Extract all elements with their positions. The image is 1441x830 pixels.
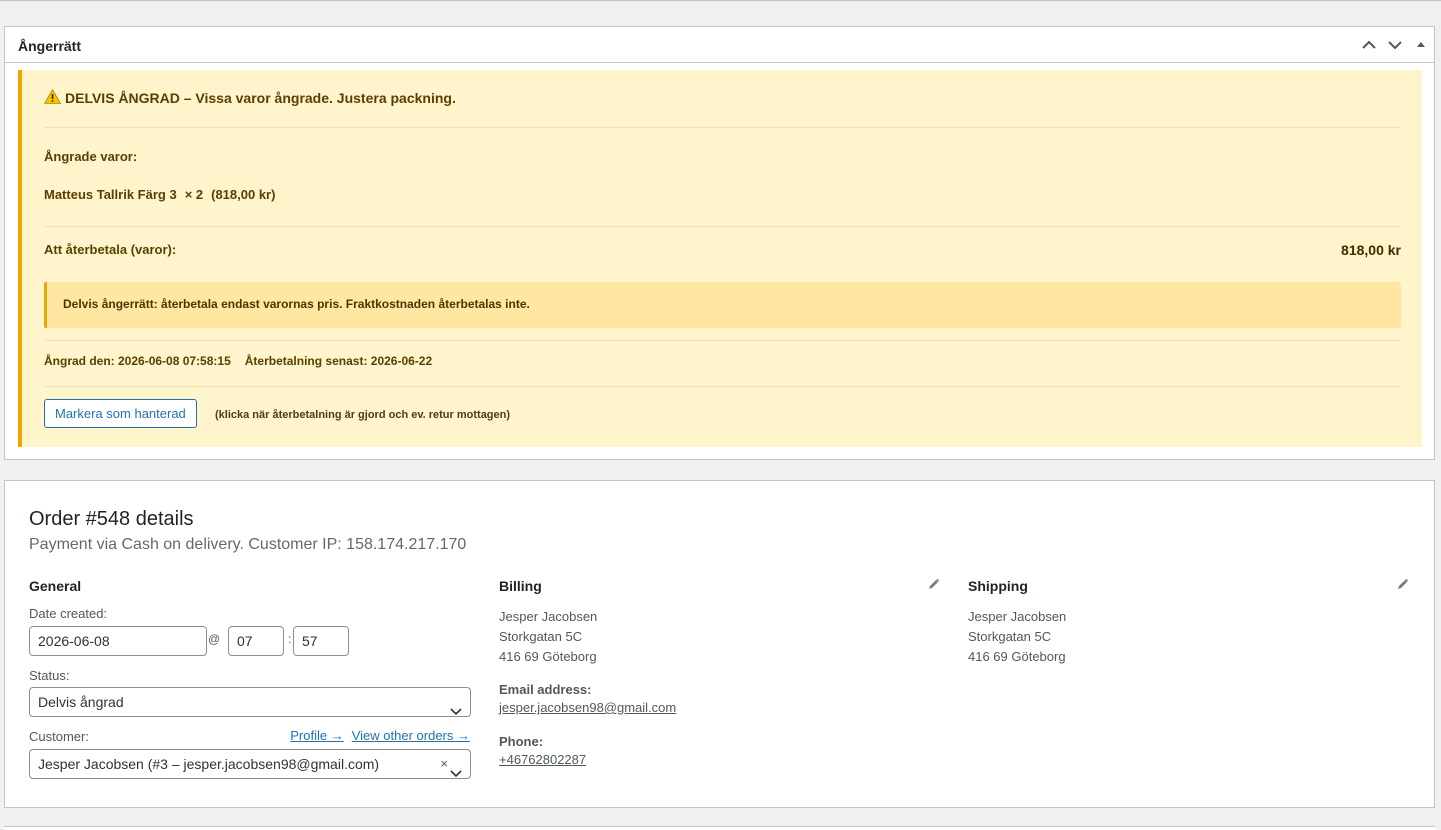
billing-city: 416 69 Göteborg bbox=[499, 649, 597, 664]
shipping-address: Jesper Jacobsen Storkgatan 5C 416 69 Göt… bbox=[968, 607, 1066, 667]
billing-street: Storkgatan 5C bbox=[499, 629, 583, 644]
item-qty: × 2 bbox=[184, 187, 204, 202]
shipping-name: Jesper Jacobsen bbox=[968, 609, 1067, 624]
pencil-icon[interactable] bbox=[1397, 577, 1409, 589]
minute-input[interactable]: 57 bbox=[293, 626, 349, 656]
shipping-refund-note: Delvis ångerrätt: återbetala endast varo… bbox=[44, 282, 1401, 328]
order-details-postbox: Order #548 details Payment via Cash on d… bbox=[4, 480, 1435, 808]
status-line: DELVIS ÅNGRAD – Vissa varor ångrade. Jus… bbox=[43, 88, 456, 107]
warning-icon bbox=[43, 88, 62, 107]
customer-label: Customer: bbox=[29, 729, 89, 744]
date-created-label: Date created: bbox=[29, 606, 108, 621]
shipping-city: 416 69 Göteborg bbox=[968, 649, 1066, 664]
status-value: Delvis ångrad bbox=[38, 694, 124, 710]
mark-handled-button[interactable]: Markera som hanterad bbox=[44, 399, 197, 428]
chevron-up-icon[interactable] bbox=[1359, 35, 1379, 55]
page-title: Order #548 details bbox=[29, 508, 194, 530]
note-text: Delvis ångerrätt: återbetala endast varo… bbox=[63, 297, 530, 311]
chevron-down-icon bbox=[450, 759, 462, 787]
hour-input[interactable]: 07 bbox=[228, 626, 284, 656]
status-select[interactable]: Delvis ångrad bbox=[29, 687, 471, 717]
postbox-title: Ångerrätt bbox=[18, 38, 82, 54]
general-heading: General bbox=[29, 578, 82, 594]
colon-separator: : bbox=[288, 632, 292, 646]
withdrawal-notice: DELVIS ÅNGRAD – Vissa varor ångrade. Jus… bbox=[18, 70, 1422, 447]
customer-select[interactable]: Jesper Jacobsen (#3 – jesper.jacobsen98@… bbox=[29, 749, 471, 779]
refund-amount: 818,00 kr bbox=[1341, 242, 1401, 258]
items-label: Ångrade varor: bbox=[44, 149, 138, 164]
phone-label: Phone: bbox=[499, 734, 544, 749]
top-border bbox=[0, 0, 1441, 1]
dates-line: Ångrad den: 2026-06-08 07:58:15 Återbetal… bbox=[44, 354, 432, 368]
billing-heading: Billing bbox=[499, 578, 542, 594]
pencil-icon[interactable] bbox=[928, 577, 940, 589]
list-item: Matteus Tallrik Färg 3 × 2 (818,00 kr) bbox=[44, 187, 275, 202]
withdrawn-date: Ångrad den: 2026-06-08 07:58:15 bbox=[44, 354, 231, 368]
divider bbox=[44, 340, 1401, 341]
refund-deadline: Återbetalning senast: 2026-06-22 bbox=[244, 354, 433, 368]
chevron-down-icon bbox=[450, 697, 462, 725]
order-subtitle: Payment via Cash on delivery. Customer I… bbox=[29, 536, 467, 553]
divider bbox=[44, 226, 1401, 227]
chevron-down-icon[interactable] bbox=[1385, 35, 1405, 55]
refund-label: Att återbetala (varor): bbox=[44, 242, 177, 257]
shipping-heading: Shipping bbox=[968, 578, 1028, 594]
phone-link[interactable]: +46762802287 bbox=[499, 750, 586, 770]
next-postbox-edge bbox=[4, 826, 1435, 830]
postbox-header: Ångerrätt bbox=[5, 27, 1434, 63]
shipping-street: Storkgatan 5C bbox=[968, 629, 1052, 644]
clear-icon[interactable]: × bbox=[440, 750, 448, 778]
at-separator: @ bbox=[208, 632, 221, 646]
email-label: Email address: bbox=[499, 682, 592, 697]
billing-address: Jesper Jacobsen Storkgatan 5C 416 69 Göt… bbox=[499, 607, 597, 667]
divider bbox=[44, 127, 1401, 128]
customer-links: Profile → View other orders → bbox=[290, 728, 470, 743]
status-label: Status: bbox=[29, 668, 70, 683]
email-link[interactable]: jesper.jacobsen98@gmail.com bbox=[499, 698, 676, 718]
triangle-up-icon[interactable] bbox=[1411, 35, 1431, 55]
divider bbox=[44, 386, 1401, 387]
billing-name: Jesper Jacobsen bbox=[499, 609, 598, 624]
profile-link[interactable]: Profile → bbox=[290, 728, 343, 743]
customer-value: Jesper Jacobsen (#3 – jesper.jacobsen98@… bbox=[38, 756, 380, 772]
mark-hint: (klicka när återbetalning är gjord och e… bbox=[215, 409, 511, 421]
view-other-orders-link[interactable]: View other orders → bbox=[352, 728, 470, 743]
item-price: (818,00 kr) bbox=[211, 187, 276, 202]
item-name: Matteus Tallrik Färg 3 bbox=[44, 187, 177, 202]
date-created-input[interactable]: 2026-06-08 bbox=[29, 626, 207, 656]
withdrawal-postbox: Ångerrätt DELVIS ÅNGRAD – Vissa varor ån… bbox=[4, 26, 1435, 460]
status-text: DELVIS ÅNGRAD – Vissa varor ångrade. Jus… bbox=[65, 90, 456, 106]
